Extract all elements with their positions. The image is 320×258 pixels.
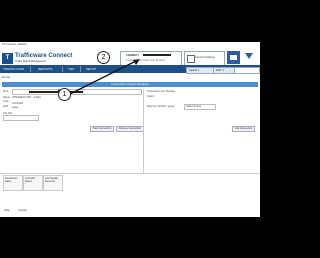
callout-one-badge: 1	[58, 88, 71, 101]
arrow-line-main	[69, 59, 139, 95]
callout-two-badge: 2	[97, 51, 110, 64]
annotation-arrows	[57, 59, 140, 95]
app-screen: TC Connect - Default T Trafficware Conne…	[0, 42, 260, 217]
